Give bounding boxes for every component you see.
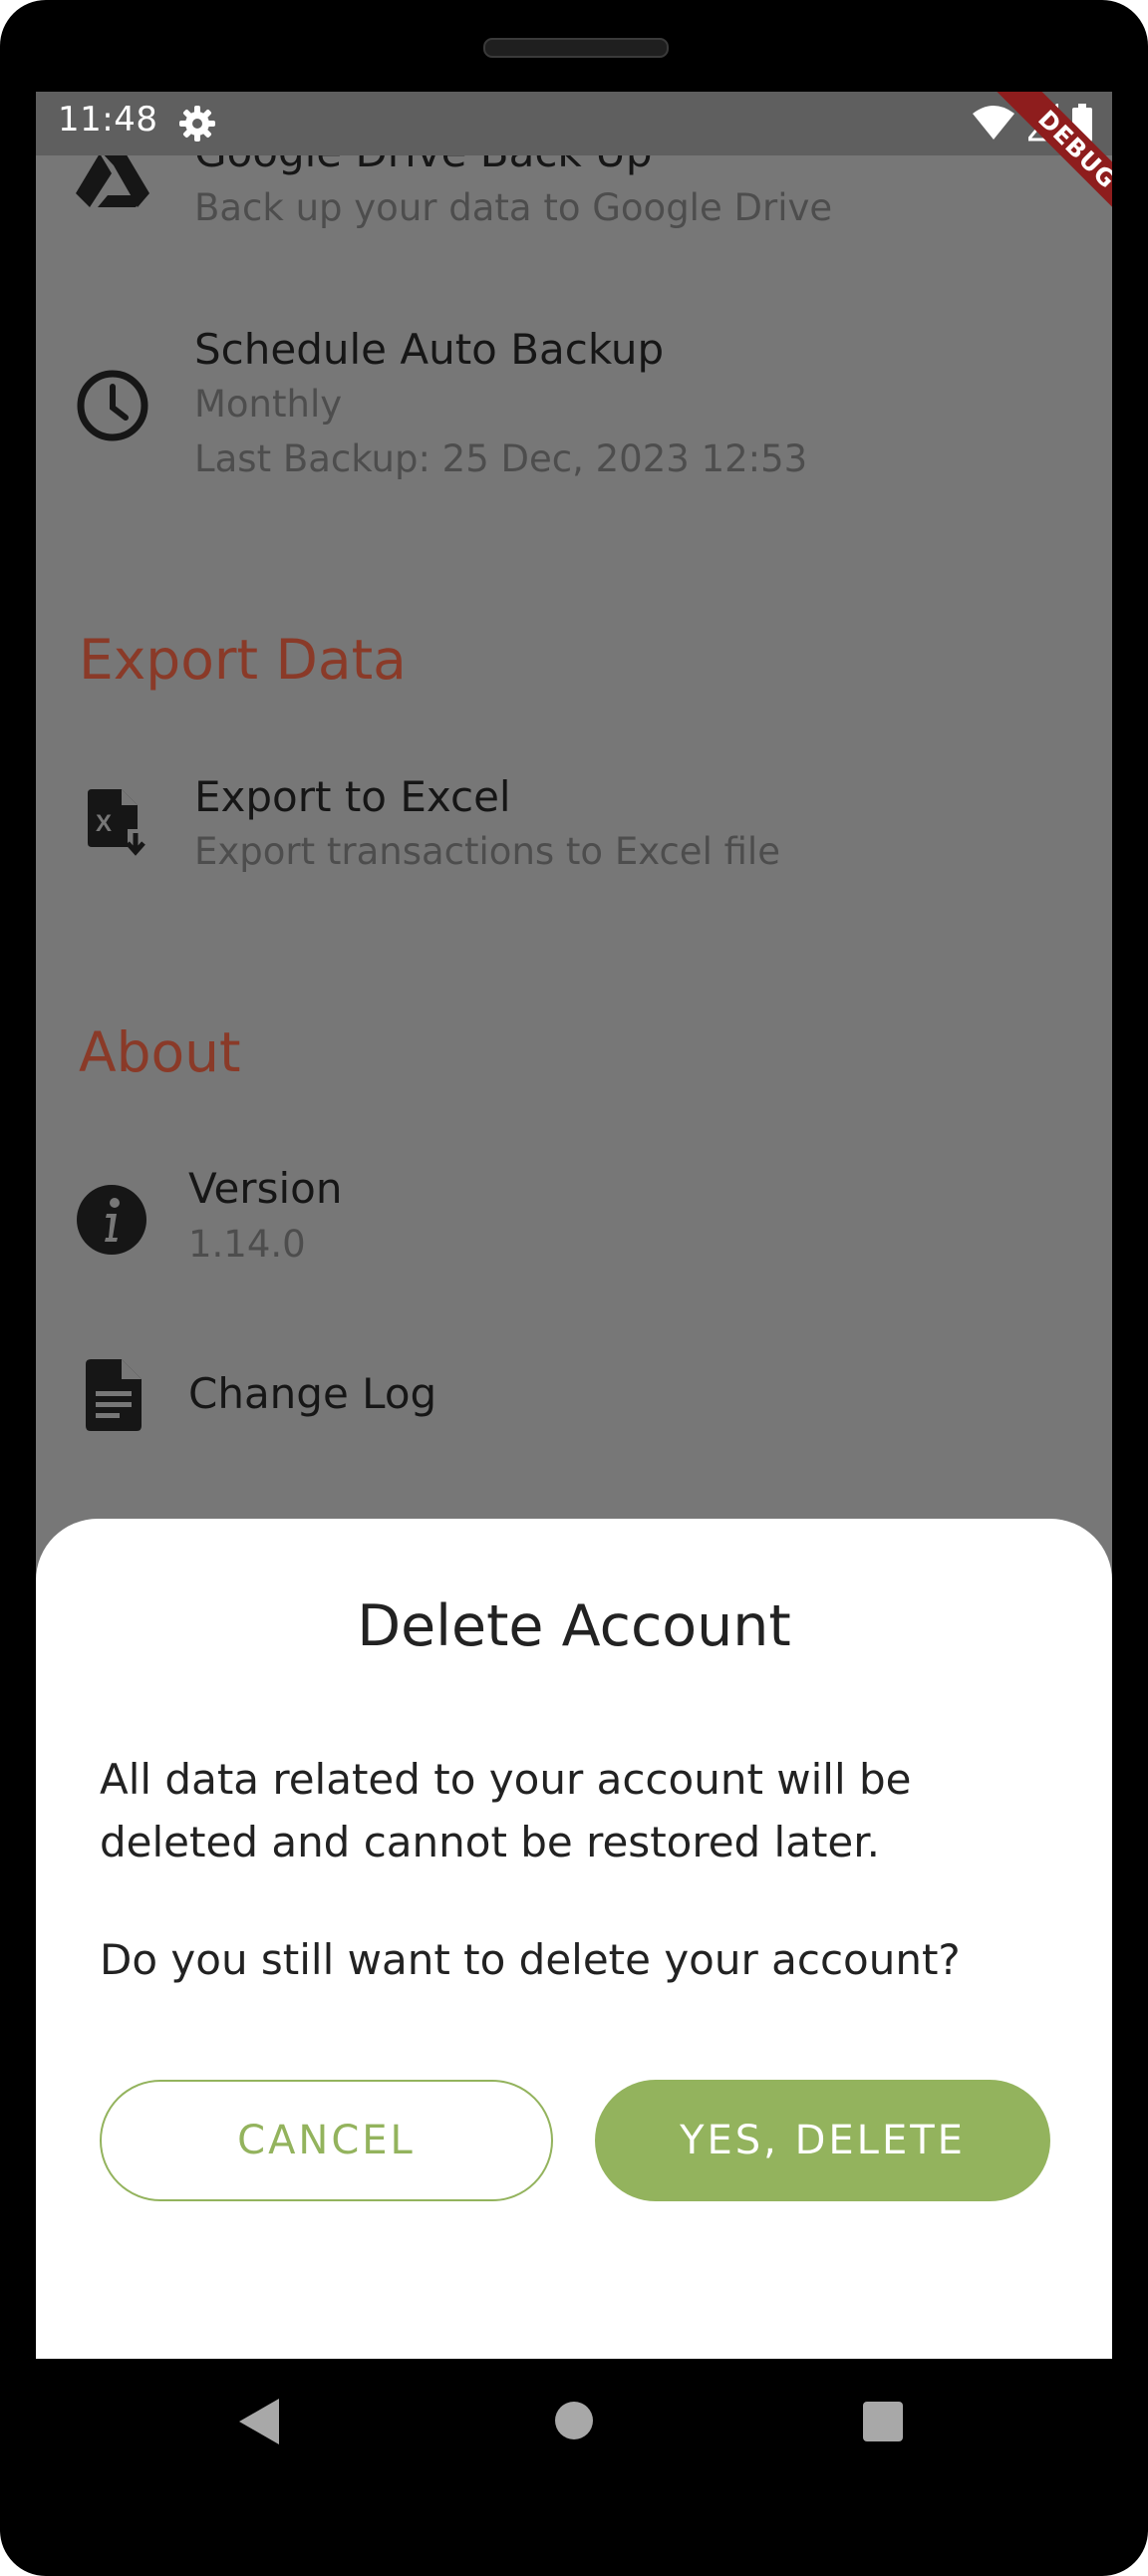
delete-account-sheet: Delete Account All data related to your … — [36, 1519, 1112, 2359]
about-heading: About — [79, 1020, 241, 1084]
export-data-heading: Export Data — [79, 628, 407, 692]
last-backup-text: Last Backup: 25 Dec, 2023 12:53 — [194, 437, 808, 480]
recent-apps-icon[interactable] — [863, 2402, 903, 2441]
google-drive-icon — [76, 151, 149, 207]
schedule-auto-backup-title[interactable]: Schedule Auto Backup — [194, 325, 664, 374]
back-icon[interactable] — [239, 2399, 279, 2444]
export-to-excel-subtitle: Export transactions to Excel file — [194, 830, 780, 873]
cancel-button[interactable]: CANCEL — [100, 2080, 553, 2201]
info-icon — [77, 1185, 146, 1255]
status-time: 11:48 — [58, 100, 158, 140]
debug-banner: DEBUG — [963, 92, 1112, 241]
svg-text:X: X — [96, 810, 112, 837]
screen: Google Drive Back Up Back up your data t… — [36, 92, 1112, 2359]
dialog-question: Do you still want to delete your account… — [100, 1935, 961, 1984]
debug-banner-label: DEBUG — [992, 92, 1112, 235]
change-log-title[interactable]: Change Log — [188, 1369, 436, 1418]
google-drive-backup-subtitle: Back up your data to Google Drive — [194, 186, 833, 229]
dialog-title: Delete Account — [357, 1593, 791, 1659]
clock-icon — [77, 370, 148, 441]
excel-export-icon: X — [88, 789, 145, 856]
export-to-excel-title[interactable]: Export to Excel — [194, 772, 511, 821]
earpiece-speaker — [483, 38, 669, 58]
dialog-message: All data related to your account will be… — [100, 1755, 912, 1866]
changelog-document-icon — [86, 1359, 142, 1431]
settings-gear-icon — [179, 106, 215, 142]
status-bar: 11:48 DEBUG — [36, 92, 1112, 235]
version-value: 1.14.0 — [188, 1223, 306, 1266]
version-title[interactable]: Version — [188, 1164, 342, 1213]
home-icon[interactable] — [555, 2402, 593, 2439]
device-frame: Google Drive Back Up Back up your data t… — [0, 0, 1148, 2576]
confirm-delete-button[interactable]: YES, DELETE — [595, 2080, 1050, 2201]
schedule-frequency: Monthly — [194, 383, 343, 426]
